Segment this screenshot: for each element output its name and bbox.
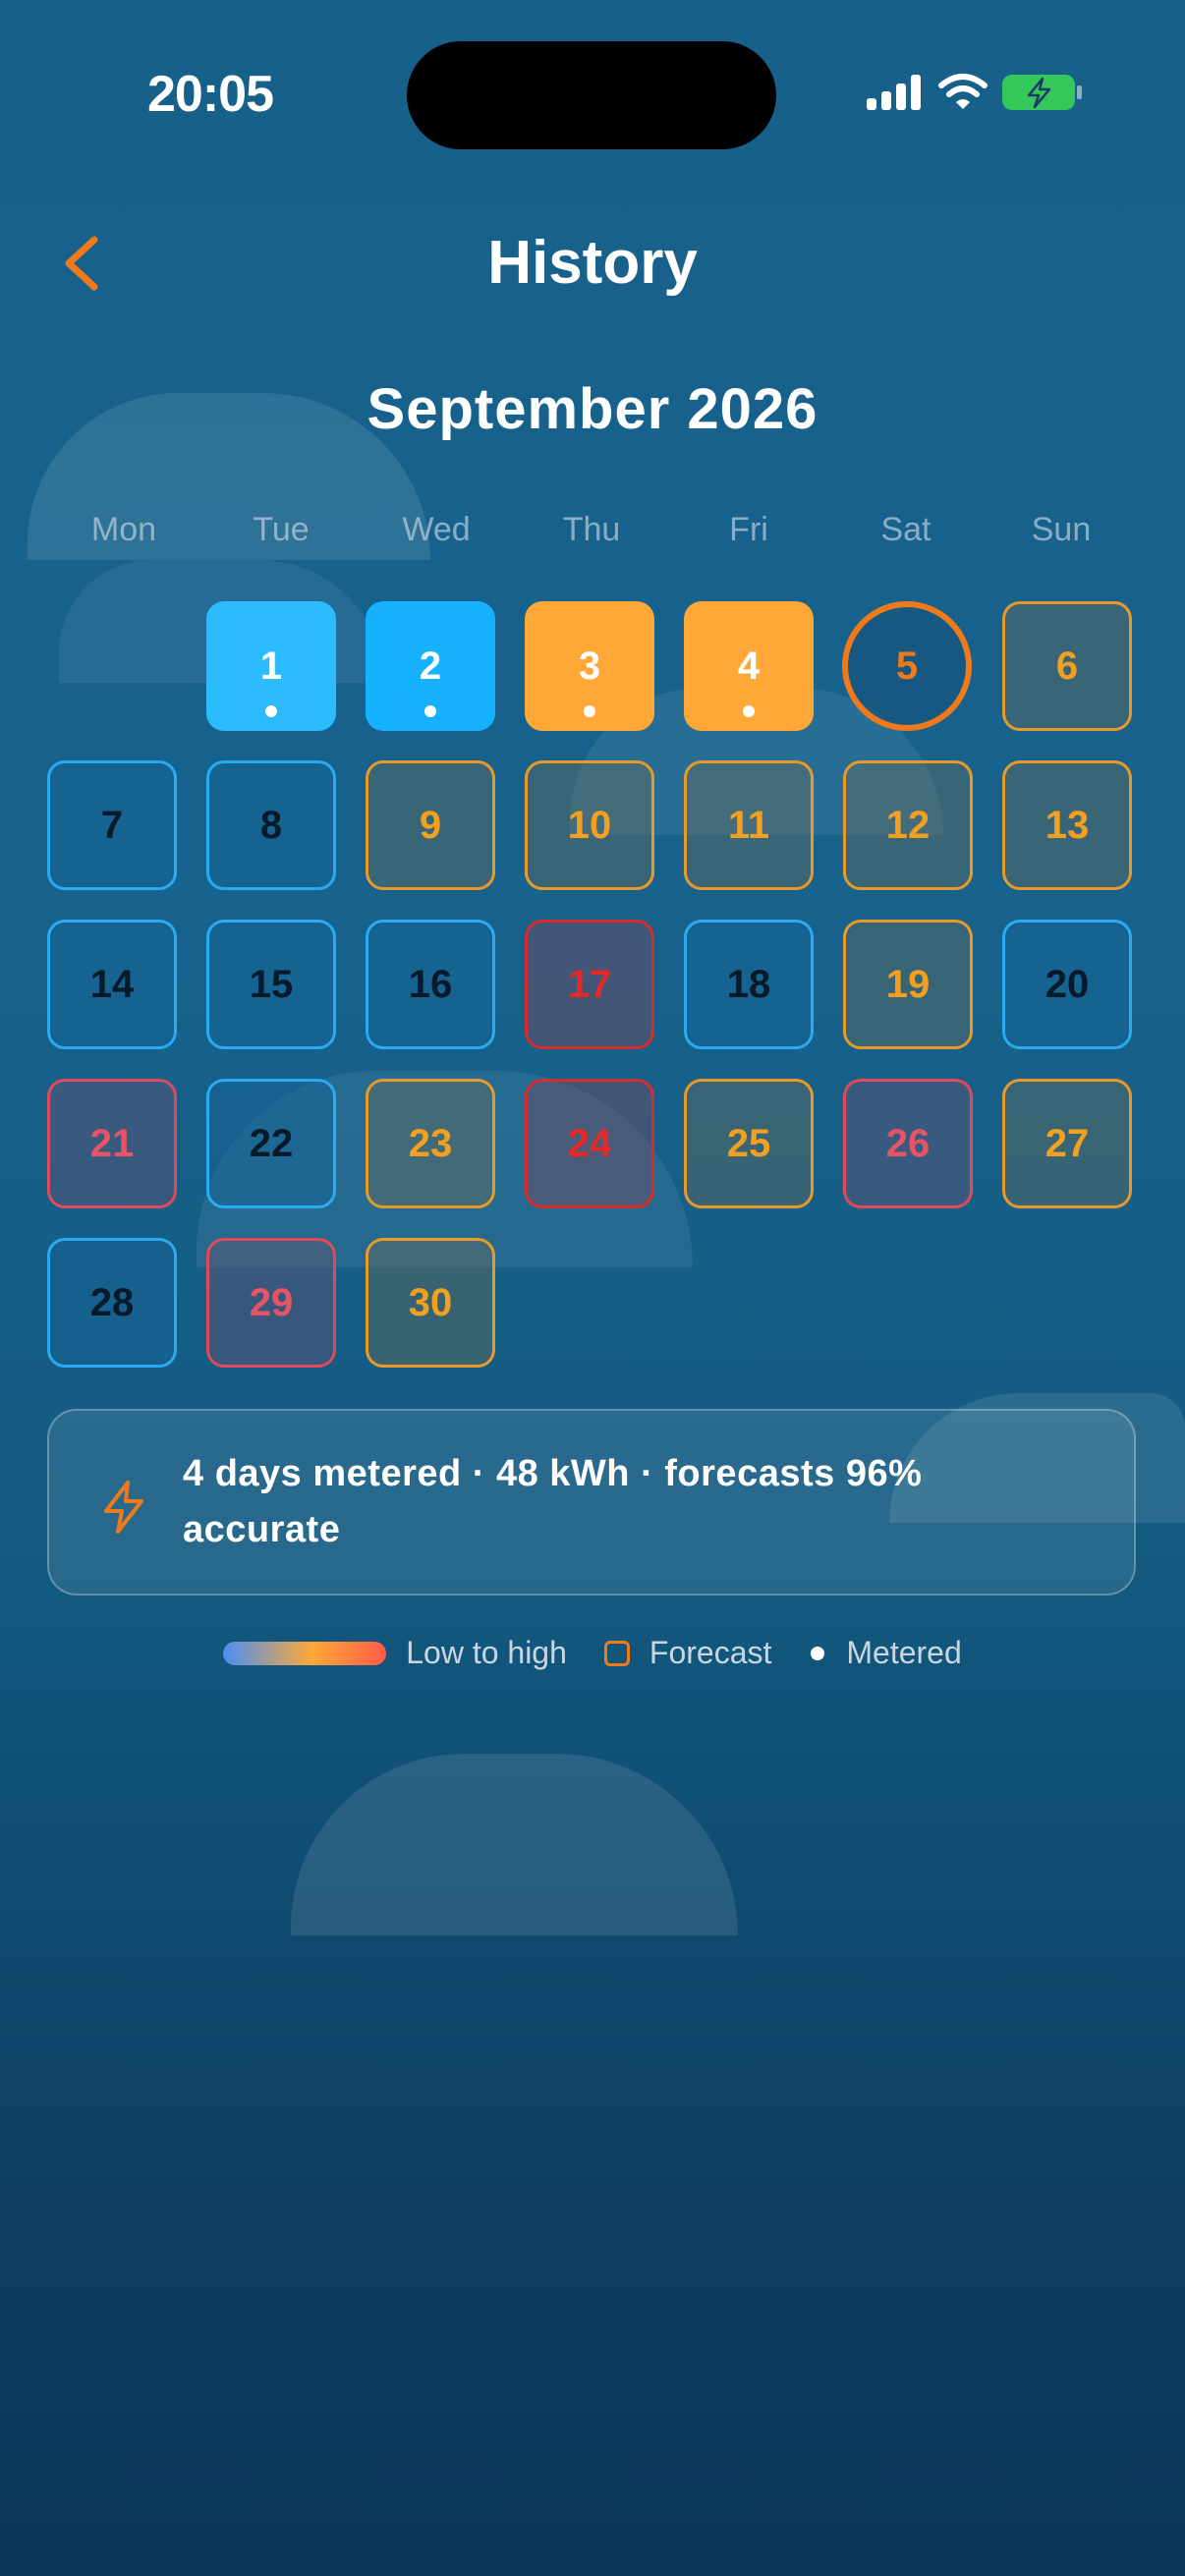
page-title: History — [487, 229, 698, 297]
status-time: 20:05 — [147, 66, 274, 123]
background-cloud — [291, 1754, 738, 1935]
weekday-tue: Tue — [253, 511, 310, 548]
calendar-day-15[interactable]: 15 — [206, 920, 336, 1049]
calendar-day-23[interactable]: 23 — [366, 1079, 495, 1208]
calendar-day-number: 5 — [895, 644, 919, 688]
calendar-day-number: 20 — [1044, 962, 1090, 1006]
calendar-day-number: 1 — [259, 644, 283, 688]
calendar-day-13[interactable]: 13 — [1002, 760, 1132, 890]
calendar-day-number: 7 — [100, 803, 124, 847]
calendar-day-7[interactable]: 7 — [47, 760, 177, 890]
metered-dot — [265, 705, 277, 717]
calendar-day-number: 13 — [1044, 803, 1090, 847]
calendar-day-number: 11 — [727, 803, 770, 847]
calendar-day-number: 3 — [578, 644, 601, 688]
weekday-thu: Thu — [562, 511, 621, 548]
calendar-day-number: 2 — [419, 644, 442, 688]
legend-forecast-swatch — [603, 1640, 630, 1666]
calendar-day-24[interactable]: 24 — [525, 1079, 654, 1208]
dynamic-island — [407, 41, 776, 149]
calendar-day-number: 26 — [885, 1121, 931, 1165]
calendar-day-16[interactable]: 16 — [366, 920, 495, 1049]
calendar-day-3[interactable]: 3 — [525, 601, 654, 731]
calendar-day-22[interactable]: 22 — [206, 1079, 336, 1208]
calendar-day-number: 29 — [249, 1280, 294, 1324]
calendar-day-number: 19 — [885, 962, 931, 1006]
legend-scale-label: Low to high — [406, 1635, 567, 1670]
calendar-day-number: 18 — [726, 962, 771, 1006]
calendar-day-number: 12 — [885, 803, 931, 847]
calendar-day-number: 23 — [408, 1121, 453, 1165]
weekday-sat: Sat — [880, 511, 931, 548]
calendar-day-26[interactable]: 26 — [843, 1079, 973, 1208]
calendar-day-9[interactable]: 9 — [366, 760, 495, 890]
wifi-icon — [938, 74, 988, 109]
calendar-day-6[interactable]: 6 — [1002, 601, 1132, 731]
calendar-day-8[interactable]: 8 — [206, 760, 336, 890]
calendar-day-number: 25 — [726, 1121, 771, 1165]
calendar-day-number: 22 — [249, 1121, 294, 1165]
calendar-day-1[interactable]: 1 — [206, 601, 336, 731]
lightning-icon — [104, 1481, 143, 1534]
calendar-day-5[interactable]: 5 — [842, 601, 972, 731]
calendar-day-number: 8 — [259, 803, 283, 847]
calendar-day-number: 15 — [249, 962, 294, 1006]
legend: Low to high Forecast Metered — [0, 1635, 1185, 1671]
status-icons — [867, 73, 1083, 112]
calendar-day-19[interactable]: 19 — [843, 920, 973, 1049]
calendar-day-14[interactable]: 14 — [47, 920, 177, 1049]
calendar-day-number: 30 — [408, 1280, 453, 1324]
calendar-day-18[interactable]: 18 — [684, 920, 814, 1049]
calendar-day-number: 16 — [408, 962, 453, 1006]
month-label: September 2026 — [367, 377, 818, 441]
calendar-day-number: 17 — [567, 962, 612, 1006]
legend-forecast-label: Forecast — [649, 1635, 772, 1670]
legend-metered-dot — [811, 1646, 825, 1660]
metered-dot — [584, 705, 595, 717]
calendar-day-number: 6 — [1055, 644, 1079, 688]
weekday-wed: Wed — [402, 511, 471, 548]
calendar-day-number: 27 — [1044, 1121, 1090, 1165]
weekday-mon: Mon — [90, 511, 157, 548]
legend-gradient-swatch — [223, 1641, 387, 1665]
calendar-day-11[interactable]: 11 — [684, 760, 814, 890]
calendar-day-2[interactable]: 2 — [366, 601, 495, 731]
calendar-day-number: 24 — [567, 1121, 612, 1165]
battery-charging-icon — [1002, 75, 1082, 110]
calendar-day-17[interactable]: 17 — [525, 920, 654, 1049]
calendar-day-30[interactable]: 30 — [366, 1238, 495, 1368]
calendar-day-number: 28 — [89, 1280, 135, 1324]
weekday-sun: Sun — [1031, 511, 1092, 548]
calendar-day-10[interactable]: 10 — [525, 760, 654, 890]
calendar-day-12[interactable]: 12 — [843, 760, 973, 890]
summary-text: 4 days metered · 48 kWh · forecasts 96% … — [183, 1453, 923, 1550]
calendar-day-20[interactable]: 20 — [1002, 920, 1132, 1049]
calendar-day-number: 14 — [89, 962, 135, 1006]
calendar-day-number: 4 — [737, 644, 761, 688]
summary-card: 4 days metered · 48 kWh · forecasts 96% … — [47, 1409, 1136, 1596]
metered-dot — [424, 705, 436, 717]
calendar-day-29[interactable]: 29 — [206, 1238, 336, 1368]
weekday-fri: Fri — [729, 511, 768, 548]
signal-icon — [867, 75, 921, 110]
calendar-day-number: 9 — [419, 803, 442, 847]
calendar-day-25[interactable]: 25 — [684, 1079, 814, 1208]
legend-metered-label: Metered — [846, 1635, 962, 1670]
calendar-day-21[interactable]: 21 — [47, 1079, 177, 1208]
calendar-day-27[interactable]: 27 — [1002, 1079, 1132, 1208]
calendar-day-28[interactable]: 28 — [47, 1238, 177, 1368]
calendar-day-number: 21 — [89, 1121, 135, 1165]
metered-dot — [743, 705, 755, 717]
calendar-day-number: 10 — [567, 803, 612, 847]
calendar-day-4[interactable]: 4 — [684, 601, 814, 731]
